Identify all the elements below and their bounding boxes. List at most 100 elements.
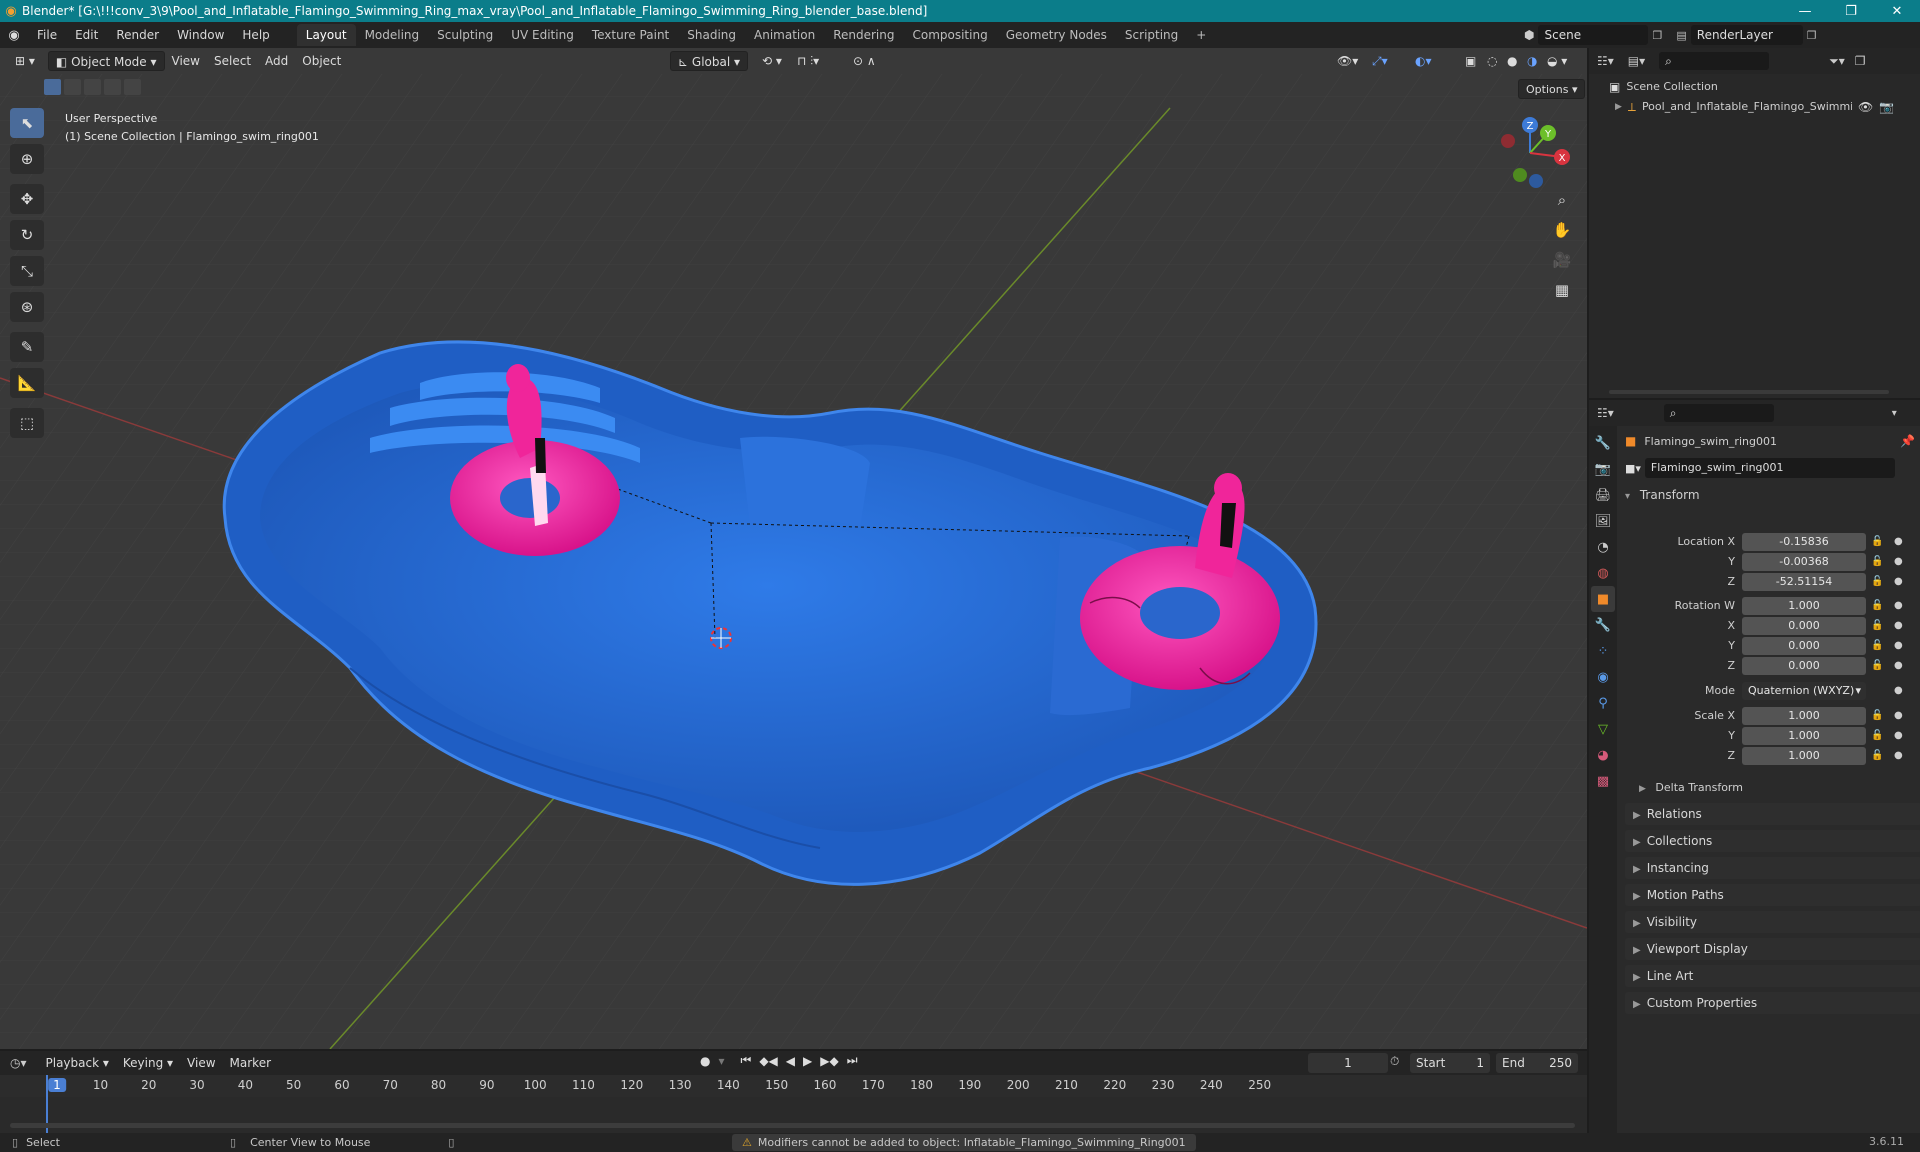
navigation-gizmo[interactable]: Z Y X (1490, 113, 1570, 193)
jump-keyframe-back-icon[interactable]: ◆◀ (759, 1054, 777, 1068)
maximize-icon[interactable]: ❐ (1828, 0, 1874, 22)
warning-message[interactable]: ⚠ Modifiers cannot be added to object: I… (732, 1134, 1196, 1151)
ortho-grid-icon[interactable]: ▦ (1548, 276, 1576, 304)
overlays-toggle-icon[interactable]: ◐▾ (1408, 51, 1439, 71)
panel-visibility[interactable]: ▶ Visibility (1625, 911, 1920, 933)
tab-uv-editing[interactable]: UV Editing (502, 24, 583, 46)
tab-scripting[interactable]: Scripting (1116, 24, 1187, 46)
keyframe-dot-icon[interactable]: ● (1894, 657, 1903, 675)
camera-view-icon[interactable]: 🎥 (1548, 246, 1576, 274)
menu-view[interactable]: View (165, 51, 207, 71)
tab-compositing[interactable]: Compositing (903, 24, 996, 46)
end-frame-field[interactable]: End 250 (1496, 1053, 1578, 1073)
output-tab-icon[interactable]: 🖨 (1591, 482, 1615, 508)
record-icon[interactable]: ● (700, 1054, 710, 1068)
panel-relations[interactable]: ▶ Relations (1625, 803, 1920, 825)
visibility-icon[interactable]: 👁▾ (1330, 51, 1365, 71)
annotate-tool-icon[interactable]: ✎ (10, 332, 44, 362)
timeline-scrollbar[interactable] (10, 1123, 1575, 1128)
menu-keying[interactable]: Keying ▾ (116, 1053, 180, 1073)
menu-object[interactable]: Object (295, 51, 348, 71)
move-tool-icon[interactable]: ✥ (10, 184, 44, 214)
keyframe-dot-icon[interactable]: ● (1894, 637, 1903, 655)
gizmo-toggle-icon[interactable]: ⤢▾ (1365, 51, 1395, 71)
panel-instancing[interactable]: ▶ Instancing (1625, 857, 1920, 879)
select-new-icon[interactable] (44, 79, 61, 95)
outliner-search-input[interactable]: ⌕ (1659, 52, 1770, 70)
rotation-w-field[interactable]: 1.000 (1742, 597, 1866, 615)
location-y-field[interactable]: -0.00368 (1742, 553, 1866, 571)
lock-icon[interactable]: 🔓 (1871, 533, 1883, 551)
3d-viewport[interactable]: ⊞ ▾ ◧ Object Mode ▾ View Select Add Obje… (0, 48, 1587, 1049)
editor-type-icon[interactable]: ⊞ ▾ (8, 51, 42, 71)
add-cube-tool-icon[interactable]: ⬚ (10, 408, 44, 438)
new-scene-icon[interactable]: ❐ (1652, 29, 1662, 42)
tab-layout[interactable]: Layout (296, 24, 356, 46)
menu-window[interactable]: Window (168, 22, 233, 48)
lock-icon[interactable]: 🔓 (1871, 573, 1883, 591)
keyframe-dot-icon[interactable]: ● (1894, 727, 1903, 745)
select-box-tool-icon[interactable]: ⬉ (10, 108, 44, 138)
select-intersect-icon[interactable] (124, 79, 141, 95)
lock-icon[interactable]: 🔓 (1871, 553, 1883, 571)
rotation-x-field[interactable]: 0.000 (1742, 617, 1866, 635)
lock-icon[interactable]: 🔓 (1871, 657, 1883, 675)
expand-chevron-icon[interactable]: ▶ (1615, 98, 1622, 116)
menu-add[interactable]: Add (258, 51, 295, 71)
filter-icon[interactable]: ⏷▾ (1829, 54, 1845, 69)
lock-icon[interactable]: 🔓 (1871, 707, 1883, 725)
scene-selector[interactable]: Scene (1538, 25, 1649, 45)
jump-end-icon[interactable]: ⏭ (847, 1053, 858, 1068)
viewport-scene[interactable] (0, 48, 1587, 1049)
pan-hand-icon[interactable]: ✋ (1548, 216, 1576, 244)
menu-timeline-view[interactable]: View (180, 1053, 222, 1073)
close-icon[interactable]: ✕ (1874, 0, 1920, 22)
constraints-tab-icon[interactable]: ⚲ (1591, 690, 1615, 716)
blender-menu-icon[interactable]: ◉ (0, 28, 28, 43)
panel-collections[interactable]: ▶ Collections (1625, 830, 1920, 852)
scale-y-field[interactable]: 1.000 (1742, 727, 1866, 745)
display-mode-icon[interactable]: ▤▾ (1628, 54, 1645, 68)
snap-icon[interactable]: ⊓ ⫶▾ (790, 51, 826, 71)
keyframe-dot-icon[interactable]: ● (1894, 573, 1903, 591)
tool-tab-icon[interactable]: 🔧 (1591, 430, 1615, 456)
mode-selector[interactable]: ◧ Object Mode ▾ (47, 51, 165, 71)
menu-render[interactable]: Render (107, 22, 168, 48)
menu-help[interactable]: Help (233, 22, 278, 48)
keyframe-dot-icon[interactable]: ● (1894, 707, 1903, 725)
menu-file[interactable]: File (28, 22, 66, 48)
texture-tab-icon[interactable]: ▩ (1591, 768, 1615, 794)
properties-editor-icon[interactable]: ☷▾ (1597, 406, 1614, 420)
keyframe-dot-icon[interactable]: ● (1894, 617, 1903, 635)
transform-tool-icon[interactable]: ⊛ (10, 292, 44, 322)
object-tab-icon[interactable]: ■ (1591, 586, 1615, 612)
transform-orientation-selector[interactable]: ⊾ Global ▾ (670, 51, 749, 71)
new-collection-icon[interactable]: ❐ (1855, 54, 1866, 68)
panel-motion-paths[interactable]: ▶ Motion Paths (1625, 884, 1920, 906)
rotate-tool-icon[interactable]: ↻ (10, 220, 44, 250)
outliner-item[interactable]: ▶ ⟂ Pool_and_Inflatable_Flamingo_Swimmir… (1615, 98, 1915, 116)
play-reverse-icon[interactable]: ◀ (786, 1054, 795, 1068)
tab-sculpting[interactable]: Sculpting (428, 24, 502, 46)
location-z-field[interactable]: -52.51154 (1742, 573, 1866, 591)
material-tab-icon[interactable]: ◕ (1591, 742, 1615, 768)
keyframe-dot-icon[interactable]: ● (1894, 747, 1903, 765)
tab-shading[interactable]: Shading (678, 24, 745, 46)
lock-icon[interactable]: 🔓 (1871, 597, 1883, 615)
select-invert-icon[interactable] (104, 79, 121, 95)
lock-icon[interactable]: 🔓 (1871, 727, 1883, 745)
render-camera-icon[interactable]: 📷 (1879, 98, 1894, 116)
tab-modeling[interactable]: Modeling (356, 24, 429, 46)
menu-playback[interactable]: Playback ▾ (39, 1053, 116, 1073)
lock-icon[interactable]: 🔓 (1871, 747, 1883, 765)
keyframe-dot-icon[interactable]: ● (1894, 553, 1903, 571)
visibility-eye-icon[interactable]: 👁 (1858, 98, 1873, 116)
measure-tool-icon[interactable]: 📐 (10, 368, 44, 398)
keyframe-dot-icon[interactable]: ● (1894, 533, 1903, 551)
lock-icon[interactable]: 🔓 (1871, 617, 1883, 635)
physics-tab-icon[interactable]: ◉ (1591, 664, 1615, 690)
keyframe-dot-icon[interactable]: ● (1894, 597, 1903, 615)
select-subtract-icon[interactable] (84, 79, 101, 95)
jump-start-icon[interactable]: ⏮ (741, 1053, 752, 1068)
panel-viewport-display[interactable]: ▶ Viewport Display (1625, 938, 1920, 960)
